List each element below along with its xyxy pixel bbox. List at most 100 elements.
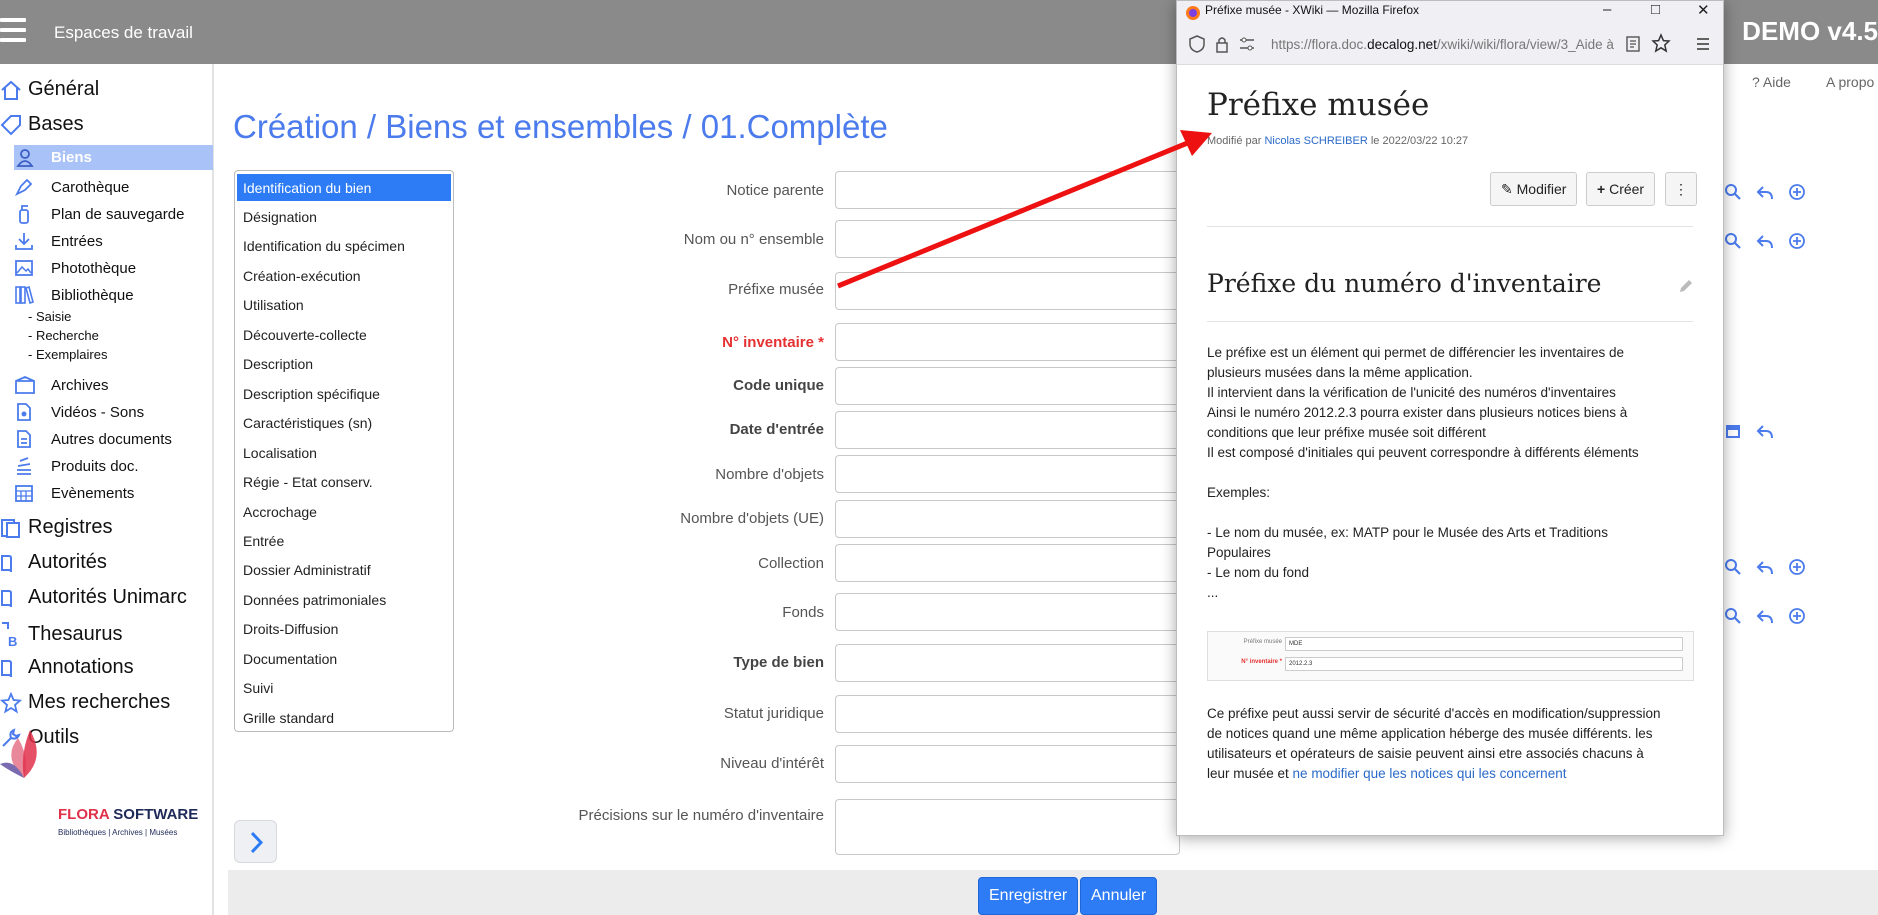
reply-icon[interactable] (1756, 183, 1774, 201)
version-label: DEMO v4.5 (1742, 16, 1878, 46)
sidebar-item-phototheque[interactable]: Photothèque (14, 258, 136, 278)
section-item[interactable]: Grille standard (243, 710, 334, 726)
sidebar-item-evenements[interactable]: Evènements (14, 483, 134, 503)
section-item[interactable]: Description spécifique (243, 386, 380, 402)
section-item[interactable]: Droits-Diffusion (243, 621, 338, 637)
code-unique-input[interactable] (835, 367, 1180, 405)
star-bookmark-icon[interactable] (1651, 33, 1671, 53)
sidebar-item-label: Photothèque (51, 259, 137, 277)
sidebar-item-autorites[interactable]: Autorités (0, 551, 107, 574)
create-button[interactable]: + Créer (1586, 172, 1656, 206)
edit-button[interactable]: ✎ Modifier (1490, 172, 1578, 206)
shield-icon[interactable] (1189, 35, 1205, 53)
maximize-icon[interactable]: □ (1651, 1, 1660, 18)
notices-link[interactable]: ne modifier que les notices qui les conc… (1293, 766, 1567, 781)
section-item[interactable]: Dossier Administratif (243, 562, 371, 578)
sidebar-item-thesaurus[interactable]: B Thesaurus (0, 621, 123, 647)
edit-section-pencil-icon[interactable] (1677, 277, 1695, 295)
section-item[interactable]: Désignation (243, 209, 317, 225)
sidebar-subitem-recherche[interactable]: - Recherche (28, 328, 99, 343)
section-item[interactable]: Identification du spécimen (243, 238, 405, 254)
section-item[interactable]: Documentation (243, 651, 337, 667)
plus-circle-icon[interactable] (1788, 558, 1806, 576)
logo-subtitle: Bibliothèques | Archives | Musées (58, 828, 178, 837)
sidebar-item-entrees[interactable]: Entrées (14, 231, 103, 251)
workspace-title[interactable]: Espaces de travail (54, 23, 193, 43)
sidebar-item-bibliotheque[interactable]: Bibliothèque (14, 285, 134, 305)
example-line: ... (1207, 585, 1219, 600)
inventaire-input[interactable] (835, 323, 1180, 361)
hamburger-menu-icon[interactable] (0, 18, 26, 44)
about-link[interactable]: A propo (1826, 74, 1874, 90)
lock-icon[interactable] (1215, 35, 1229, 53)
section-item[interactable]: Utilisation (243, 297, 304, 313)
section-item[interactable]: Suivi (243, 680, 273, 696)
reader-view-icon[interactable] (1625, 35, 1641, 53)
niveau-interet-input[interactable] (835, 745, 1180, 783)
nombre-objets-ue-input[interactable] (835, 500, 1180, 538)
plus-circle-icon[interactable] (1788, 183, 1806, 201)
calendar-icon[interactable] (1724, 422, 1742, 440)
save-button[interactable]: Enregistrer (978, 877, 1079, 915)
sidebar-item-videos-sons[interactable]: Vidéos - Sons (14, 402, 144, 422)
search-icon[interactable] (1724, 607, 1742, 625)
fonds-input[interactable] (835, 593, 1180, 631)
section-item[interactable]: Accrochage (243, 504, 317, 520)
author-link[interactable]: Nicolas SCHREIBER (1264, 135, 1367, 147)
section-item[interactable]: Caractéristiques (sn) (243, 415, 372, 431)
plus-circle-icon[interactable] (1788, 232, 1806, 250)
type-bien-input[interactable] (835, 644, 1180, 682)
plus-circle-icon[interactable] (1788, 607, 1806, 625)
sidebar-item-label: Entrées (51, 232, 103, 250)
search-icon[interactable] (1724, 232, 1742, 250)
registers-icon (1, 518, 20, 538)
url-text[interactable]: https://flora.doc.decalog.net/xwiki/wiki… (1271, 37, 1617, 52)
reply-icon[interactable] (1756, 422, 1774, 440)
section-item[interactable]: Description (243, 356, 313, 372)
sidebar-item-archives[interactable]: Archives (14, 375, 109, 395)
close-icon[interactable]: ✕ (1697, 1, 1710, 19)
doc-meta: Modifié par Nicolas SCHREIBER le 2022/03… (1207, 135, 1468, 147)
sidebar-item-registres[interactable]: Registres (0, 516, 112, 539)
reply-icon[interactable] (1756, 232, 1774, 250)
more-actions-button[interactable]: ⋮ (1665, 172, 1697, 206)
sidebar-item-annotations[interactable]: Annotations (0, 656, 134, 679)
sidebar-item-plan-sauvegarde[interactable]: Plan de sauvegarde (14, 204, 184, 224)
sidebar-item-biens[interactable]: Biens (14, 145, 213, 170)
sidebar-subitem-exemplaires[interactable]: - Exemplaires (28, 347, 107, 362)
precisions-textarea[interactable] (835, 799, 1180, 855)
sidebar-item-bases[interactable]: Bases (0, 113, 84, 136)
reply-icon[interactable] (1756, 607, 1774, 625)
sidebar-item-carotheque[interactable]: Carothèque (14, 177, 129, 197)
sidebar-item-autorites-unimarc[interactable]: Autorités Unimarc (0, 586, 187, 609)
nombre-objets-input[interactable] (835, 455, 1180, 493)
section-item[interactable]: Régie - Etat conserv. (243, 474, 373, 490)
section-item[interactable]: Découverte-collecte (243, 327, 367, 343)
minimize-icon[interactable]: – (1603, 1, 1611, 18)
cancel-button[interactable]: Annuler (1080, 877, 1158, 915)
nom-ensemble-input[interactable] (835, 220, 1180, 258)
next-section-button[interactable] (234, 820, 277, 863)
para-line: Ainsi le numéro 2012.2.3 pourra exister … (1207, 405, 1628, 420)
sidebar-item-produits-doc[interactable]: Produits doc. (14, 456, 139, 476)
sidebar-item-autres-documents[interactable]: Autres documents (14, 429, 172, 449)
section-item[interactable]: Entrée (243, 533, 284, 549)
statut-juridique-input[interactable] (835, 695, 1180, 733)
section-item[interactable]: Création-exécution (243, 268, 361, 284)
sidebar-subitem-saisie[interactable]: - Saisie (28, 309, 71, 324)
permissions-icon[interactable] (1239, 37, 1255, 51)
date-entree-input[interactable] (835, 411, 1180, 449)
collection-input[interactable] (835, 544, 1180, 582)
search-icon[interactable] (1724, 183, 1742, 201)
section-item-active[interactable]: Identification du bien (237, 174, 451, 201)
prefixe-musee-input[interactable] (835, 272, 1180, 310)
section-item[interactable]: Localisation (243, 445, 317, 461)
reply-icon[interactable] (1756, 558, 1774, 576)
help-link[interactable]: ? Aide (1752, 74, 1791, 90)
menu-icon[interactable] (1695, 37, 1711, 51)
sidebar-item-label: Plan de sauvegarde (51, 205, 185, 223)
search-icon[interactable] (1724, 558, 1742, 576)
sidebar-item-general[interactable]: Général (0, 78, 99, 101)
notice-parente-input[interactable] (835, 171, 1180, 209)
section-item[interactable]: Données patrimoniales (243, 592, 386, 608)
